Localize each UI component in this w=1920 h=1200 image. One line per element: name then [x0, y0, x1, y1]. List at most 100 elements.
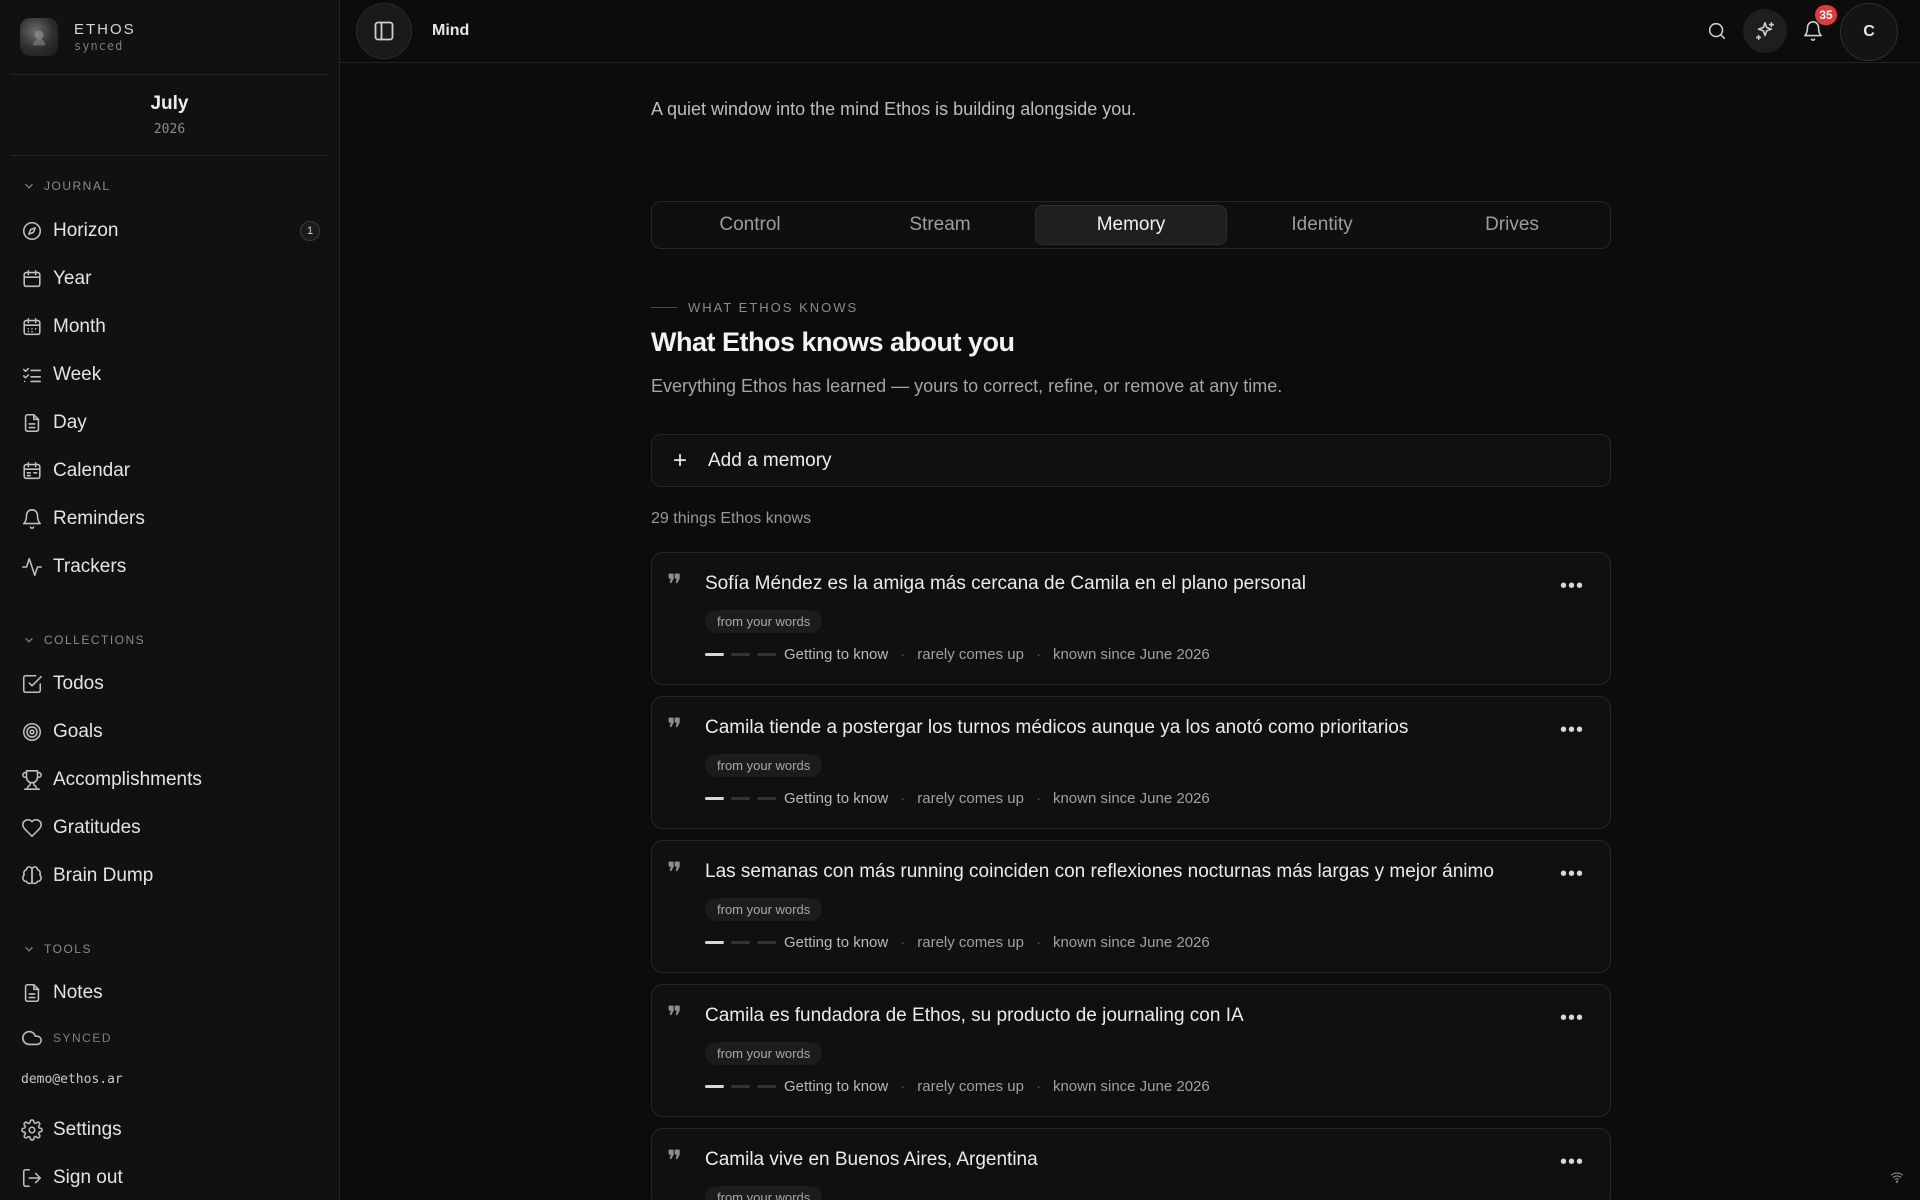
section-collections-label: COLLECTIONS: [44, 633, 146, 647]
sidebar-item-label: Todos: [53, 673, 104, 694]
search-button[interactable]: [1695, 9, 1739, 53]
sidebar-item-week[interactable]: Week: [10, 354, 330, 396]
more-options-icon[interactable]: •••: [1558, 863, 1586, 885]
confidence-meter: [705, 1085, 776, 1088]
memory-source-tag: from your words: [705, 754, 823, 777]
quote-icon: ❞: [667, 1000, 683, 1033]
confidence-meter: [705, 941, 776, 944]
sidebar-item-trackers[interactable]: Trackers: [10, 546, 330, 588]
known-since-label: known since June 2026: [1052, 646, 1210, 663]
gear-icon: [21, 1119, 43, 1141]
sidebar-panel-icon: [374, 21, 394, 41]
more-options-icon[interactable]: •••: [1558, 1151, 1586, 1173]
tab-identity[interactable]: Identity: [1227, 205, 1417, 245]
trophy-icon: [22, 770, 42, 790]
target-icon: [22, 722, 42, 742]
avatar[interactable]: C: [1840, 3, 1898, 61]
sidebar-toggle-button[interactable]: [356, 3, 412, 59]
sidebar-item-label: Accomplishments: [53, 769, 202, 790]
memory-card[interactable]: ❞ Camila tiende a postergar los turnos m…: [651, 696, 1611, 829]
divider: [10, 155, 329, 156]
calendar-grid-icon: [23, 317, 41, 336]
tab-memory[interactable]: Memory: [1035, 205, 1227, 245]
sidebar-item-year[interactable]: Year: [10, 258, 330, 300]
sidebar-item-day[interactable]: Day: [10, 402, 330, 444]
section-tools-toggle[interactable]: TOOLS: [0, 939, 92, 959]
sidebar-item-horizon[interactable]: Horizon 1: [10, 210, 330, 252]
memory-meta: Getting to know · rarely comes up · know…: [705, 934, 1210, 951]
brand-name: ETHOS: [74, 21, 136, 38]
sidebar-item-month[interactable]: Month: [10, 306, 330, 348]
memory-meta: Getting to know · rarely comes up · know…: [705, 1078, 1210, 1095]
sync-status-label: SYNCED: [53, 1031, 113, 1045]
confidence-label: Getting to know: [784, 790, 889, 807]
add-memory-button[interactable]: + Add a memory: [651, 434, 1611, 487]
section-journal-toggle[interactable]: JOURNAL: [0, 176, 111, 196]
topbar: Mind 35 C: [340, 0, 1920, 63]
more-options-icon[interactable]: •••: [1558, 719, 1586, 741]
separator-dot: ·: [900, 790, 906, 807]
section-collections-toggle[interactable]: COLLECTIONS: [0, 630, 145, 650]
sidebar: ETHOS synced July 2026 JOURNAL Horizon 1…: [0, 0, 340, 1200]
sync-status: SYNCED: [10, 1023, 330, 1053]
logout-icon: [22, 1168, 42, 1188]
confidence-label: Getting to know: [784, 934, 889, 951]
activity-icon: [22, 557, 42, 577]
calendar-icon: [23, 269, 41, 288]
sidebar-item-label: Month: [53, 316, 106, 337]
known-since-label: known since June 2026: [1052, 1078, 1210, 1095]
sidebar-item-accomplishments[interactable]: Accomplishments: [10, 759, 330, 801]
sparkles-icon: [1755, 21, 1775, 41]
sidebar-item-label: Gratitudes: [53, 817, 141, 838]
chevron-down-icon: [25, 183, 33, 189]
sidebar-item-goals[interactable]: Goals: [10, 711, 330, 753]
sidebar-item-label: Brain Dump: [53, 865, 154, 886]
current-month[interactable]: July 2026: [0, 75, 339, 155]
notifications-button[interactable]: 35: [1791, 5, 1837, 53]
confidence-label: Getting to know: [784, 646, 889, 663]
brand[interactable]: ETHOS synced: [0, 0, 339, 74]
chevron-down-icon: [25, 637, 33, 643]
settings-label: Settings: [53, 1119, 122, 1140]
separator-dot: ·: [1035, 934, 1041, 951]
sidebar-item-todos[interactable]: Todos: [10, 663, 330, 705]
memory-card[interactable]: ❞ Camila vive en Buenos Aires, Argentina…: [651, 1128, 1611, 1200]
tab-drives[interactable]: Drives: [1417, 205, 1607, 245]
eyebrow-label: WHAT ETHOS KNOWS: [688, 300, 859, 315]
memory-text: Las semanas con más running coinciden co…: [705, 861, 1494, 882]
page-title: Mind: [432, 22, 470, 39]
month-year: 2026: [153, 122, 186, 137]
settings-button[interactable]: Settings: [10, 1109, 330, 1151]
separator-dot: ·: [900, 646, 906, 663]
add-memory-label: Add a memory: [708, 449, 832, 471]
list-checks-icon: [22, 367, 42, 383]
section-eyebrow: WHAT ETHOS KNOWS: [651, 300, 858, 315]
memory-source-tag: from your words: [705, 1042, 823, 1065]
memory-card[interactable]: ❞ Camila es fundadora de Ethos, su produ…: [651, 984, 1611, 1117]
sidebar-item-label: Year: [53, 268, 92, 289]
confidence-meter: [705, 653, 776, 656]
sidebar-item-notes[interactable]: Notes: [10, 972, 330, 1014]
ethos-logo-icon: [20, 18, 58, 56]
more-options-icon[interactable]: •••: [1558, 1007, 1586, 1029]
sign-out-button[interactable]: Sign out: [10, 1157, 330, 1199]
sidebar-item-gratitudes[interactable]: Gratitudes: [10, 807, 330, 849]
memory-source-tag: from your words: [705, 898, 823, 921]
sidebar-item-reminders[interactable]: Reminders: [10, 498, 330, 540]
memory-card[interactable]: ❞ Sofía Méndez es la amiga más cercana d…: [651, 552, 1611, 685]
memory-card[interactable]: ❞ Las semanas con más running coinciden …: [651, 840, 1611, 973]
sidebar-item-calendar[interactable]: Calendar: [10, 450, 330, 492]
separator-dot: ·: [900, 1078, 906, 1095]
memory-text: Camila vive en Buenos Aires, Argentina: [705, 1149, 1038, 1170]
tab-control[interactable]: Control: [655, 205, 845, 245]
calendar-days-icon: [23, 461, 41, 480]
memory-source-tag: from your words: [705, 610, 823, 633]
quote-icon: ❞: [667, 712, 683, 745]
more-options-icon[interactable]: •••: [1558, 575, 1586, 597]
ai-assistant-button[interactable]: [1743, 9, 1787, 53]
sidebar-item-brain-dump[interactable]: Brain Dump: [10, 855, 330, 897]
known-since-label: known since June 2026: [1052, 934, 1210, 951]
sidebar-item-label: Notes: [53, 982, 103, 1003]
known-since-label: known since June 2026: [1052, 790, 1210, 807]
tab-stream[interactable]: Stream: [845, 205, 1035, 245]
